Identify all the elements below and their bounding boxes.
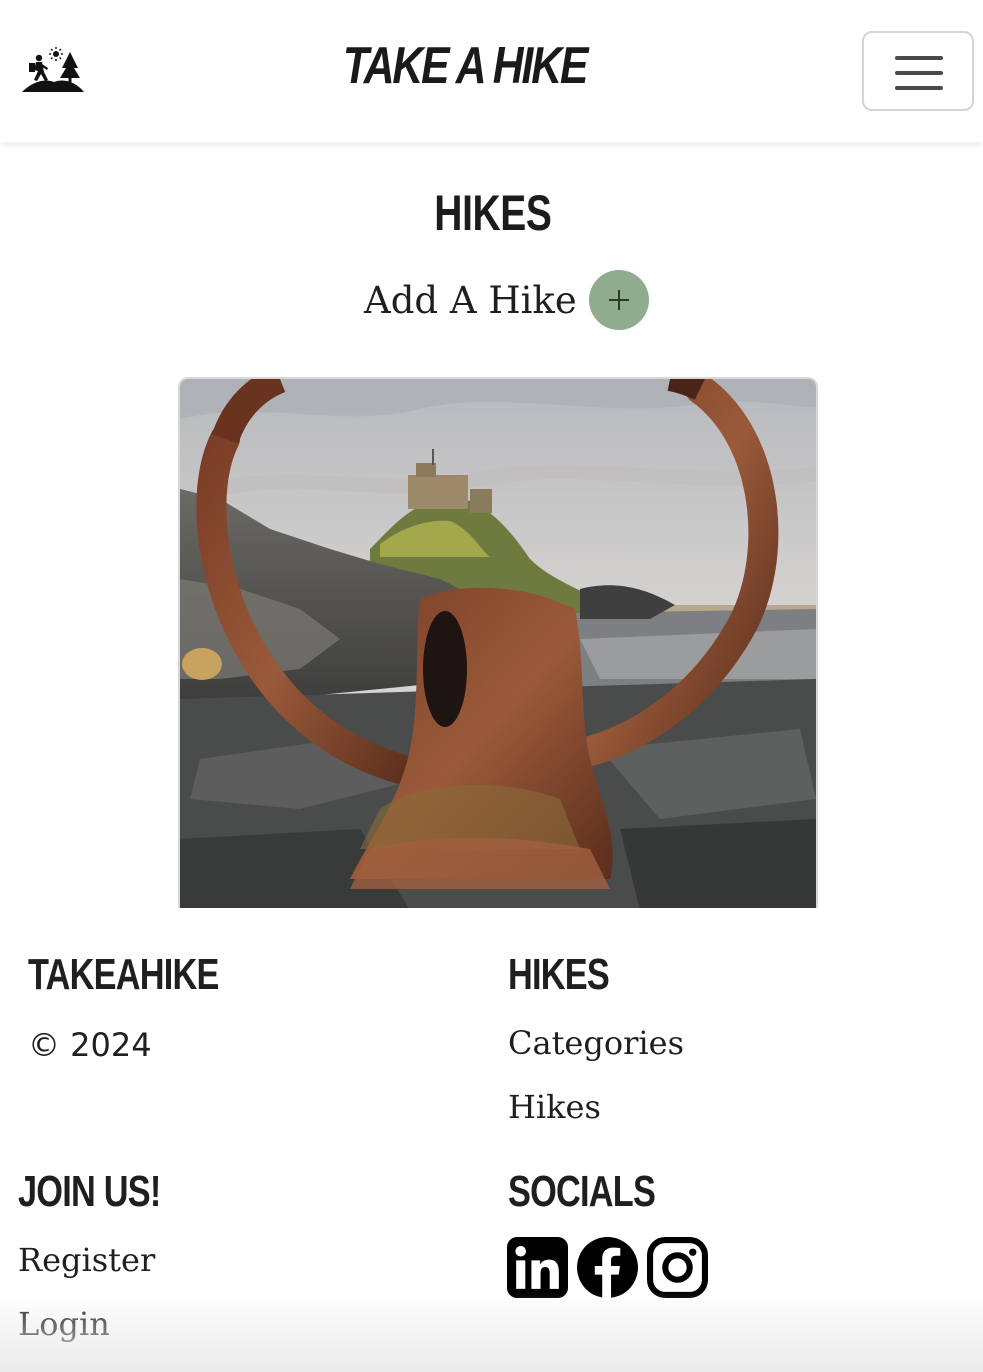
bottom-fade xyxy=(0,1292,983,1372)
hamburger-menu-icon-bar xyxy=(895,71,943,75)
footer-link-login[interactable]: Login xyxy=(18,1305,110,1343)
add-hike-button[interactable] xyxy=(588,270,649,330)
footer-link-categories[interactable]: Categories xyxy=(508,1024,684,1062)
site-header: TAKE A HIKE xyxy=(0,0,983,142)
hike-card-image[interactable] xyxy=(180,379,816,908)
footer-socials-heading: SOCIALS xyxy=(508,1167,656,1216)
brand-title[interactable]: TAKE A HIKE xyxy=(83,36,846,96)
add-hike-label: Add A Hike xyxy=(364,278,577,322)
hamburger-menu-icon xyxy=(895,56,943,60)
footer-hikes-heading: HIKES xyxy=(508,950,610,999)
hiker-trees-logo-icon[interactable] xyxy=(20,44,86,94)
footer-brand-heading: TAKEAHIKE xyxy=(28,950,219,999)
footer-link-register[interactable]: Register xyxy=(18,1241,155,1279)
copyright-text: © 2024 xyxy=(28,1026,152,1064)
facebook-icon[interactable] xyxy=(577,1237,638,1298)
footer-link-hikes[interactable]: Hikes xyxy=(508,1088,601,1126)
plus-icon xyxy=(608,290,629,310)
footer-join-heading: JOIN US! xyxy=(18,1167,161,1216)
add-hike-row: Add A Hike xyxy=(364,270,649,330)
hike-card[interactable] xyxy=(178,377,818,908)
hamburger-menu-icon-bar xyxy=(895,86,943,90)
linkedin-icon[interactable] xyxy=(507,1237,568,1298)
instagram-icon[interactable] xyxy=(647,1237,708,1298)
hamburger-menu-button[interactable] xyxy=(862,31,974,111)
page-title: HIKES xyxy=(434,185,552,241)
